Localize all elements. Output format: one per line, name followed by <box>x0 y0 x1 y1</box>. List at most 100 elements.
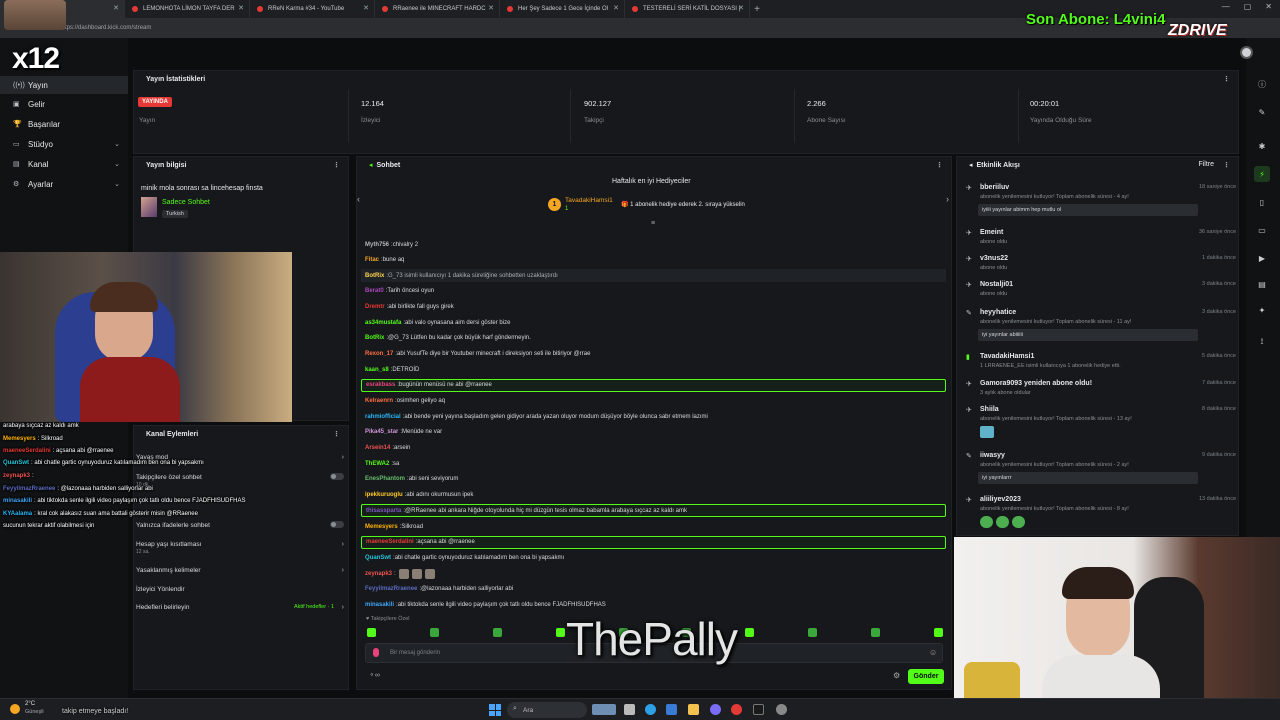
sidebar-item-3[interactable]: ▭ Stüdyo ⌄ <box>0 135 128 153</box>
browser-tab[interactable]: LEMONHOTA LİMON TAYFA DER ✕ <box>125 0 250 18</box>
activity-name[interactable]: Emeint <box>980 229 1003 236</box>
weather-temp[interactable]: 2°C <box>25 701 35 707</box>
chevron-right-icon[interactable]: › <box>342 541 344 548</box>
emote-icon[interactable] <box>430 628 439 637</box>
chat-username[interactable]: Kelraenrn <box>365 398 393 404</box>
emote-icon[interactable] <box>808 628 817 637</box>
channel-action-item[interactable]: İzleyici Yönlendir <box>136 582 348 596</box>
chat-username[interactable]: Myth756 <box>365 242 389 248</box>
discord-icon[interactable] <box>710 704 721 715</box>
activity-name[interactable]: Nostalji01 <box>980 281 1013 288</box>
sidebar-item-1[interactable]: ▣ Gelir <box>0 95 128 113</box>
activity-name[interactable]: aliiliyev2023 <box>980 496 1021 503</box>
chat-username[interactable]: maeneeSerdalini <box>366 539 414 545</box>
chevron-down-icon[interactable]: ⌄ <box>114 160 120 168</box>
chat-username[interactable]: as34mustafa <box>365 320 401 326</box>
chat-username[interactable]: QuanSwt <box>365 555 391 561</box>
filter-button[interactable]: Filtre <box>1198 161 1214 168</box>
tool-icon[interactable]: ✱ <box>1254 138 1270 154</box>
windows-start-icon[interactable] <box>489 704 501 716</box>
chat-username[interactable]: ThEWA2 <box>365 461 389 467</box>
tab-close-icon[interactable]: ✕ <box>488 4 494 12</box>
channel-action-item[interactable]: Takipçilere özel sohbet 10 dk <box>136 470 348 488</box>
chat-username[interactable]: Pika45_star <box>365 429 398 435</box>
browser-tab[interactable]: RRaenee ile MINECRAFT HARDC ✕ <box>375 0 500 18</box>
emote-icon[interactable] <box>367 628 376 637</box>
store-icon[interactable] <box>666 704 677 715</box>
profile-avatar[interactable] <box>1240 46 1253 59</box>
sidebar-item-0[interactable]: ((•)) Yayın <box>0 76 128 94</box>
url-text[interactable]: https://dashboard.kick.com/stream <box>60 25 151 31</box>
emote-icon[interactable] <box>556 628 565 637</box>
channel-action-item[interactable]: Yasaklanmış kelimeler › <box>136 563 348 577</box>
close-icon[interactable]: ✕ <box>1265 2 1272 11</box>
chevron-left-icon[interactable]: ‹ <box>357 194 360 204</box>
wrench-icon[interactable]: ✦ <box>1254 302 1270 318</box>
chevron-down-icon[interactable]: ⌄ <box>114 140 120 148</box>
tab-close-icon[interactable]: ✕ <box>113 4 119 12</box>
tab-close-icon[interactable]: ✕ <box>738 4 744 12</box>
mic-icon[interactable] <box>373 648 379 657</box>
chat-username[interactable]: BotRix <box>365 273 384 279</box>
chevron-right-icon[interactable]: › <box>342 604 344 611</box>
weather-icon[interactable] <box>10 704 20 714</box>
chat-username[interactable]: minasakili <box>365 602 394 608</box>
more-icon[interactable]: ⋮ <box>333 430 340 438</box>
activity-name[interactable]: TavadakiHamsi1 <box>980 353 1034 360</box>
chat-username[interactable]: FeyyilmazRraenee <box>365 586 417 592</box>
chevron-right-icon[interactable]: › <box>342 454 344 461</box>
browser-tab[interactable]: TESTERELİ SERİ KATİL DOSYASI | ✕ <box>625 0 750 18</box>
chrome-icon[interactable] <box>731 704 742 715</box>
minimize-icon[interactable]: — <box>1222 2 1230 11</box>
chat-username[interactable]: rahmiofficial <box>365 414 401 420</box>
emote-icon[interactable] <box>934 628 943 637</box>
activity-name[interactable]: v3nus22 <box>980 255 1008 262</box>
channel-action-item[interactable]: Yalnızca ifadelerle sohbet <box>136 518 348 532</box>
points-icon[interactable]: ⚬∞ <box>369 671 380 679</box>
chevron-right-icon[interactable]: › <box>342 567 344 574</box>
more-icon[interactable]: ⋮ <box>1223 161 1230 169</box>
emote-icon[interactable] <box>871 628 880 637</box>
edit-icon[interactable]: ✎ <box>1254 104 1270 120</box>
share-icon[interactable]: ⟟ <box>1254 334 1270 350</box>
app-icon[interactable] <box>776 704 787 715</box>
obs-icon[interactable] <box>753 704 764 715</box>
chat-username[interactable]: esrakbass <box>366 382 395 388</box>
tab-close-icon[interactable]: ✕ <box>238 4 244 12</box>
more-icon[interactable]: ⋮ <box>1223 75 1230 83</box>
task-view-icon[interactable] <box>624 704 635 715</box>
activity-name[interactable]: heyyhatice <box>980 309 1016 316</box>
activity-name[interactable]: Gamora9093 yeniden abone oldu! <box>980 380 1092 387</box>
explorer-icon[interactable] <box>688 704 699 715</box>
layout-icon[interactable]: ▤ <box>1254 276 1270 292</box>
channel-action-item[interactable]: Hedefleri belirleyin Aktif hedefler · 1 › <box>136 600 348 614</box>
activity-name[interactable]: Shiila <box>980 406 999 413</box>
emote-icon[interactable] <box>493 628 502 637</box>
chevron-right-icon[interactable]: › <box>946 194 949 204</box>
sidebar-item-2[interactable]: 🏆 Başarılar <box>0 115 128 133</box>
tab-close-icon[interactable]: ✕ <box>363 4 369 12</box>
chat-username[interactable]: kaan_s8 <box>365 367 389 373</box>
browser-tab[interactable]: Her Şey Sadece 1 Gece İçinde Ol ✕ <box>500 0 625 18</box>
send-button[interactable]: Gönder <box>908 669 944 684</box>
edge-icon[interactable] <box>645 704 656 715</box>
sidebar-item-5[interactable]: ⚙ Ayarlar ⌄ <box>0 175 128 193</box>
pin-toggle-icon[interactable]: ≡ <box>651 220 655 227</box>
widgets-icon[interactable] <box>592 704 616 715</box>
chat-username[interactable]: Dremtr <box>365 304 385 310</box>
video-icon[interactable]: ▶ <box>1254 250 1270 266</box>
emote-icon[interactable] <box>745 628 754 637</box>
emoji-icon[interactable]: ☺ <box>929 648 937 657</box>
chat-username[interactable]: BotRix <box>365 335 384 341</box>
chat-username[interactable]: zeynapk3 <box>365 571 392 577</box>
chat-username[interactable]: EnesPhantom <box>365 476 405 482</box>
toggle-switch[interactable] <box>330 521 344 528</box>
chat-bubble-icon[interactable]: ▭ <box>1254 222 1270 238</box>
category-name[interactable]: Sadece Sohbet <box>162 199 210 206</box>
activity-name[interactable]: bberiiluv <box>980 184 1009 191</box>
chat-username[interactable]: Fitac <box>365 257 379 263</box>
chevron-down-icon[interactable]: ⌄ <box>114 180 120 188</box>
more-icon[interactable]: ⋮ <box>333 161 340 169</box>
channel-action-item[interactable]: Hesap yaşı kısıtlaması 12 sa. › <box>136 537 348 556</box>
more-icon[interactable]: ⋮ <box>936 161 943 169</box>
